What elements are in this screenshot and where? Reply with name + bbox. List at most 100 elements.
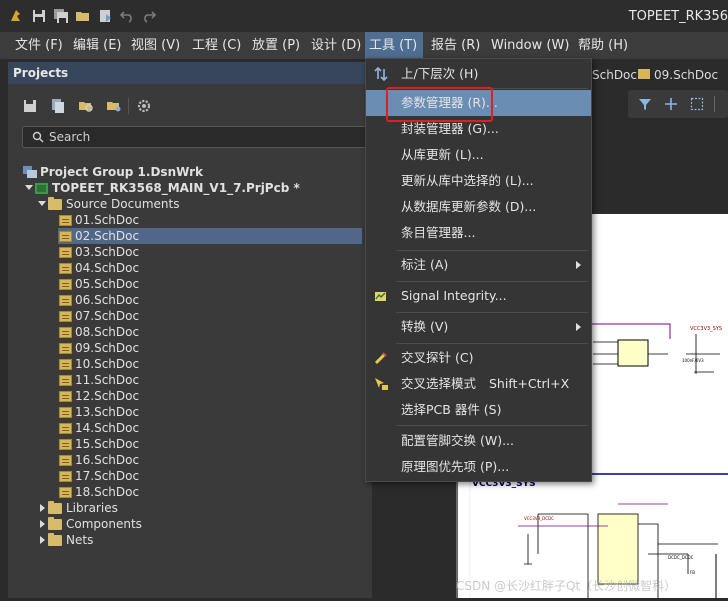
tree-document-item[interactable]: 14.SchDoc [58, 420, 362, 436]
tree-document-item[interactable]: 18.SchDoc [58, 484, 362, 500]
tree-document-item[interactable]: 08.SchDoc [58, 324, 362, 340]
menu-item-schematic-preferences[interactable]: 原理图优先项 (P)... [366, 454, 591, 480]
doc-icon [638, 69, 650, 79]
menu-design[interactable]: 设计 (D) [307, 32, 365, 59]
menu-item-update-from-library[interactable]: 从库更新 (L)... [366, 142, 591, 168]
svg-text:DCDC_DCDC: DCDC_DCDC [668, 555, 694, 560]
menu-item-annotation[interactable]: 标注 (A) [366, 252, 591, 278]
tab-09-schdoc[interactable]: 09.SchDoc [654, 66, 718, 84]
schematic-doc-icon [59, 311, 72, 322]
tree-folder-nets[interactable]: Nets [36, 532, 362, 548]
schematic-doc-icon [59, 487, 72, 498]
projects-toolbar [8, 92, 372, 118]
filter-icon[interactable] [638, 97, 652, 111]
save-all-icon[interactable] [53, 8, 69, 24]
save-icon[interactable] [22, 98, 38, 114]
tab-schdoc[interactable]: SchDoc [592, 66, 637, 84]
schematic-doc-icon [59, 263, 72, 274]
project-group-icon [23, 166, 37, 178]
menu-item-cross-probe[interactable]: 交叉探针 (C) [366, 345, 591, 371]
document-label: 14.SchDoc [75, 421, 140, 435]
tree-source-documents[interactable]: Source Documents [36, 196, 362, 212]
document-label: 12.SchDoc [75, 389, 140, 403]
collapse-arrow-icon[interactable] [40, 536, 45, 544]
open-file-icon[interactable] [97, 8, 113, 24]
menu-help[interactable]: 帮助 (H) [574, 32, 632, 59]
document-label: 02.SchDoc [75, 229, 140, 243]
watermark: CSDN @长沙红胖子Qt（长沙创微智科） [456, 579, 677, 593]
menu-item-hierarchy[interactable]: 上/下层次 (H) [366, 61, 591, 87]
document-tabs: SchDoc 09.SchDoc [592, 64, 728, 84]
menu-separator [396, 425, 588, 426]
redo-icon[interactable] [141, 8, 157, 24]
tree-document-item[interactable]: 02.SchDoc [58, 228, 362, 244]
source-documents-label: Source Documents [66, 197, 180, 211]
tree-document-item[interactable]: 09.SchDoc [58, 340, 362, 356]
menu-project[interactable]: 工程 (C) [188, 32, 245, 59]
tree-project-group[interactable]: Project Group 1.DsnWrk [22, 164, 362, 180]
tree-document-item[interactable]: 01.SchDoc [58, 212, 362, 228]
menu-item-select-pcb-components[interactable]: 选择PCB 器件 (S) [366, 397, 591, 423]
cross-select-icon [375, 378, 388, 390]
open-folder-icon[interactable] [75, 8, 91, 24]
menu-item-cross-select-mode[interactable]: 交叉选择模式 Shift+Ctrl+X [366, 371, 591, 397]
tree-document-item[interactable]: 04.SchDoc [58, 260, 362, 276]
folder-settings-icon[interactable] [106, 98, 122, 114]
menu-item-signal-integrity[interactable]: Signal Integrity... [366, 283, 591, 309]
collapse-arrow-icon[interactable] [40, 520, 45, 528]
expand-arrow-icon[interactable] [38, 201, 46, 206]
tree-document-item[interactable]: 07.SchDoc [58, 308, 362, 324]
tree-document-item[interactable]: 05.SchDoc [58, 276, 362, 292]
undo-icon[interactable] [119, 8, 135, 24]
title-bar: TOPEET_RK356 [0, 0, 728, 32]
svg-text:FB: FB [690, 570, 695, 575]
tree-document-item[interactable]: 15.SchDoc [58, 436, 362, 452]
schematic-doc-icon [59, 439, 72, 450]
document-copy-icon[interactable] [50, 98, 66, 114]
tree-document-item[interactable]: 17.SchDoc [58, 468, 362, 484]
save-icon[interactable] [31, 8, 47, 24]
document-label: 15.SchDoc [75, 437, 140, 451]
tree-document-item[interactable]: 11.SchDoc [58, 372, 362, 388]
tree-document-item[interactable]: 16.SchDoc [58, 452, 362, 468]
project-group-label: Project Group 1.DsnWrk [40, 165, 204, 179]
menu-item-update-selected-from-library[interactable]: 更新从库中选择的 (L)... [366, 168, 591, 194]
schematic-doc-icon [59, 391, 72, 402]
document-label: 10.SchDoc [75, 357, 140, 371]
menu-tools[interactable]: 工具 (T) [365, 32, 423, 59]
menu-window[interactable]: Window (W) [487, 32, 573, 59]
folder-label: Nets [66, 533, 94, 547]
menu-separator [396, 312, 588, 313]
menu-item-convert[interactable]: 转换 (V) [366, 314, 591, 340]
menu-edit[interactable]: 编辑 (E) [69, 32, 126, 59]
tree-folder-libraries[interactable]: Libraries [36, 500, 362, 516]
hierarchy-arrows-icon [374, 66, 388, 82]
select-rect-icon[interactable] [690, 97, 704, 111]
collapse-arrow-icon[interactable] [40, 504, 45, 512]
schematic-doc-icon [59, 375, 72, 386]
tree-document-item[interactable]: 06.SchDoc [58, 292, 362, 308]
add-icon[interactable] [664, 97, 678, 111]
tree-document-item[interactable]: 03.SchDoc [58, 244, 362, 260]
menu-bar: 文件 (F) 编辑 (E) 视图 (V) 工程 (C) 放置 (P) 设计 (D… [0, 32, 728, 59]
tree-folder-components[interactable]: Components [36, 516, 362, 532]
search-input[interactable]: Search [22, 126, 372, 148]
menu-file[interactable]: 文件 (F) [11, 32, 67, 59]
cross-probe-icon [374, 352, 387, 365]
gear-icon[interactable] [136, 98, 152, 114]
expand-arrow-icon[interactable] [25, 185, 33, 190]
menu-item-update-params-from-db[interactable]: 从数据库更新参数 (D)... [366, 194, 591, 220]
menu-item-item-manager[interactable]: 条目管理器... [366, 220, 591, 246]
tree-document-item[interactable]: 10.SchDoc [58, 356, 362, 372]
folder-search-icon[interactable] [78, 98, 94, 114]
folder-label: Components [66, 517, 142, 531]
tree-document-item[interactable]: 13.SchDoc [58, 404, 362, 420]
menu-place[interactable]: 放置 (P) [248, 32, 304, 59]
menu-separator [396, 250, 588, 251]
menu-item-configure-pin-swap[interactable]: 配置管脚交换 (W)... [366, 428, 591, 454]
menu-reports[interactable]: 报告 (R) [427, 32, 484, 59]
menu-view[interactable]: 视图 (V) [127, 32, 184, 59]
app-logo-icon [11, 10, 20, 21]
tree-project[interactable]: TOPEET_RK3568_MAIN_V1_7.PrjPcb * [22, 180, 362, 196]
tree-document-item[interactable]: 12.SchDoc [58, 388, 362, 404]
